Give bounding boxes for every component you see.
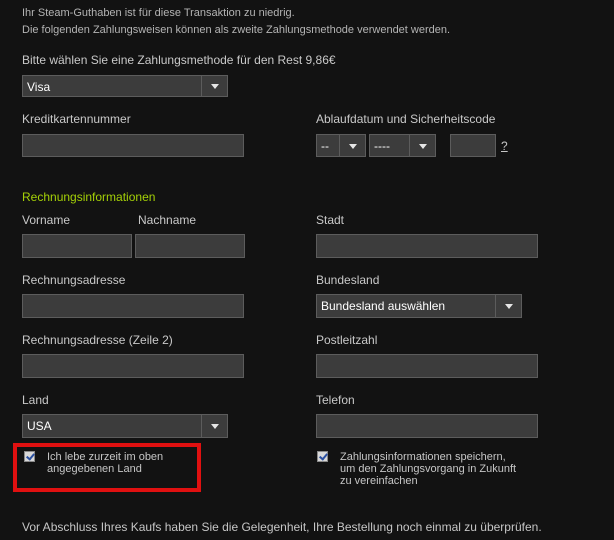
firstname-input[interactable] <box>22 234 132 258</box>
chevron-down-icon[interactable] <box>339 135 365 156</box>
expiry-year-select[interactable]: ---- <box>369 134 436 157</box>
address2-input[interactable] <box>22 354 244 378</box>
phone-input[interactable] <box>316 414 538 438</box>
state-label: Bundesland <box>316 273 380 287</box>
notice-line-1: Ihr Steam-Guthaben ist für diese Transak… <box>22 7 295 19</box>
live-in-country-checkbox[interactable] <box>24 451 35 462</box>
address-input[interactable] <box>22 294 244 318</box>
review-note: Vor Abschluss Ihres Kaufs haben Sie die … <box>22 520 542 534</box>
state-value: Bundesland auswählen <box>321 299 446 313</box>
expiry-year-value: ---- <box>374 139 390 153</box>
chevron-down-icon[interactable] <box>201 76 227 96</box>
zip-input[interactable] <box>316 354 538 378</box>
chevron-down-icon[interactable] <box>495 295 521 317</box>
save-payment-label-3: zu vereinfachen <box>340 475 418 487</box>
country-value: USA <box>27 419 52 433</box>
address2-label: Rechnungsadresse (Zeile 2) <box>22 333 173 347</box>
country-select[interactable]: USA <box>22 414 228 438</box>
security-code-help-link[interactable]: ? <box>501 139 508 153</box>
chevron-down-icon[interactable] <box>201 415 227 437</box>
city-label: Stadt <box>316 213 345 227</box>
zip-label: Postleitzahl <box>316 333 378 347</box>
payment-form: Ihr Steam-Guthaben ist für diese Transak… <box>0 0 614 540</box>
payment-method-value: Visa <box>27 80 51 94</box>
billing-section-title: Rechnungsinformationen <box>22 190 156 204</box>
chevron-down-icon[interactable] <box>409 135 435 156</box>
city-input[interactable] <box>316 234 538 258</box>
lastname-input[interactable] <box>135 234 245 258</box>
lastname-label: Nachname <box>138 213 197 227</box>
payment-method-prompt: Bitte wählen Sie eine Zahlungsmethode fü… <box>22 53 336 67</box>
security-code-input[interactable] <box>450 134 496 157</box>
expiry-month-select[interactable]: -- <box>316 134 366 157</box>
address-label: Rechnungsadresse <box>22 273 126 287</box>
live-in-country-label-2: angegebenen Land <box>47 463 142 475</box>
state-select[interactable]: Bundesland auswählen <box>316 294 522 318</box>
expiry-label: Ablaufdatum und Sicherheitscode <box>316 112 496 126</box>
notice-line-2: Die folgenden Zahlungsweisen können als … <box>22 24 451 36</box>
card-number-label: Kreditkartennummer <box>22 112 131 126</box>
phone-label: Telefon <box>316 393 355 407</box>
payment-method-select[interactable]: Visa <box>22 75 228 97</box>
firstname-label: Vorname <box>22 213 71 227</box>
save-payment-checkbox[interactable] <box>317 451 328 462</box>
card-number-input[interactable] <box>22 134 244 157</box>
country-label: Land <box>22 393 49 407</box>
expiry-month-value: -- <box>321 139 329 153</box>
